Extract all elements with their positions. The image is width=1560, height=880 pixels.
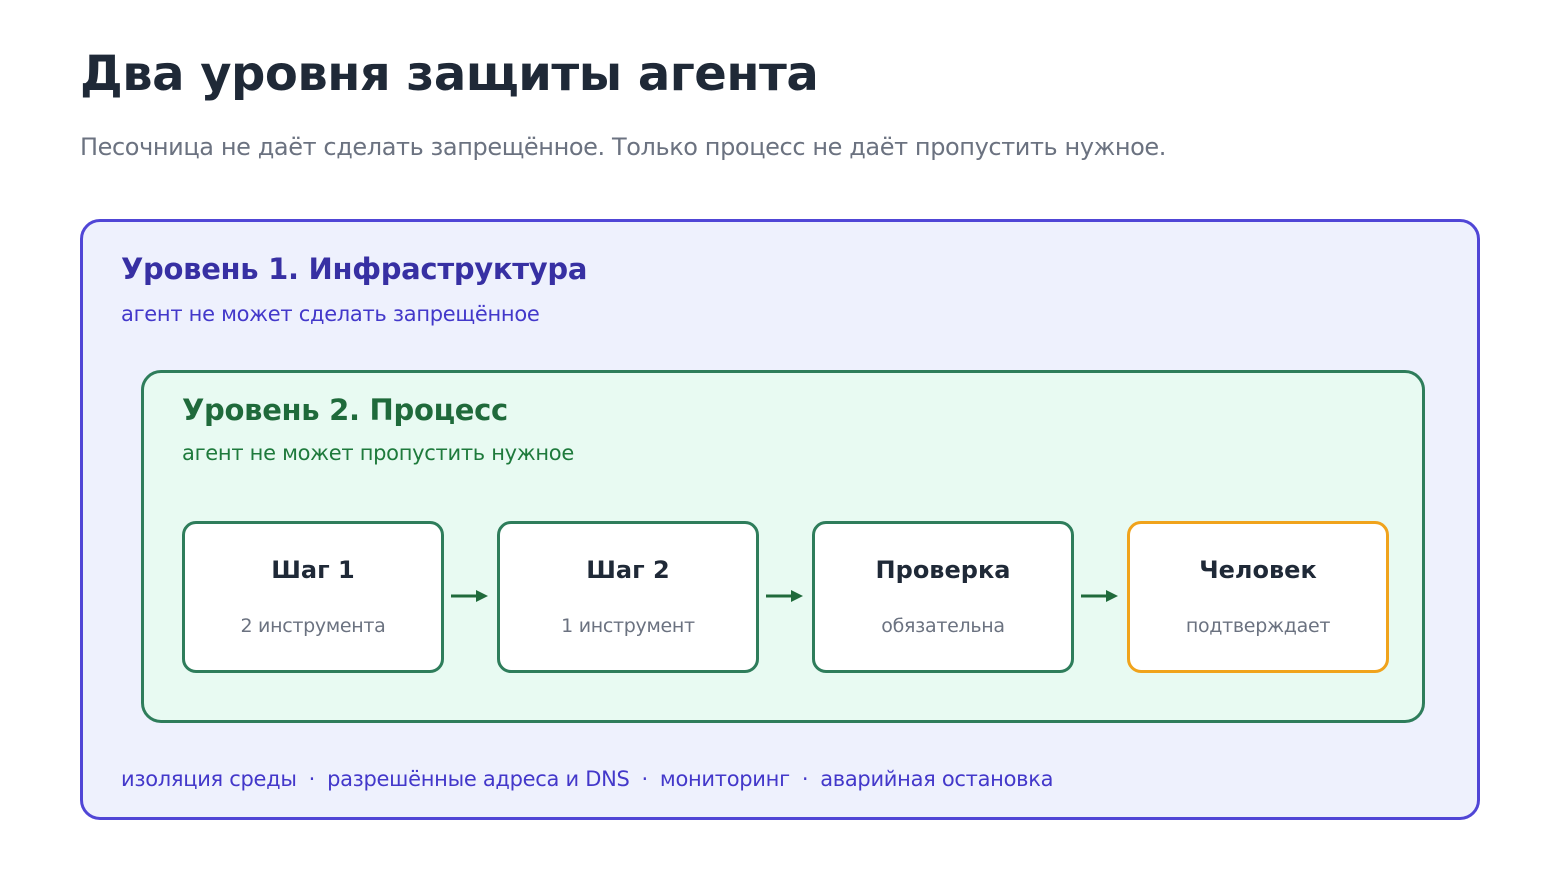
arrow-right-icon <box>1081 590 1118 602</box>
step-box-check: Проверка обязательна <box>812 521 1074 673</box>
level2-title: Уровень 2. Процесс <box>182 393 508 427</box>
level1-title: Уровень 1. Инфраструктура <box>121 252 588 286</box>
level1-feature-list: изоляция среды · разрешённые адреса и DNS ·… <box>121 767 1053 791</box>
step-title: Шаг 1 <box>271 556 355 584</box>
step-subtitle: 2 инструмента <box>240 615 386 637</box>
feature-emergency-stop: аварийная остановка <box>820 767 1054 791</box>
step-subtitle: 1 инструмент <box>561 615 695 637</box>
feature-monitoring: мониторинг <box>659 767 790 791</box>
step-box-human: Человек подтверждает <box>1127 521 1389 673</box>
feature-separator: · <box>308 767 316 791</box>
level2-process-box: Уровень 2. Процесс агент не может пропус… <box>141 370 1425 723</box>
feature-separator: · <box>801 767 809 791</box>
step-box-2: Шаг 2 1 инструмент <box>497 521 759 673</box>
page-subtitle: Песочница не даёт сделать запрещённое. Т… <box>80 133 1167 161</box>
step-title: Шаг 2 <box>586 556 670 584</box>
step-box-1: Шаг 1 2 инструмента <box>182 521 444 673</box>
feature-isolation: изоляция среды <box>121 767 297 791</box>
level1-caption: агент не может сделать запрещённое <box>121 302 540 326</box>
feature-allowed-addresses: разрешённые адреса и DNS <box>327 767 630 791</box>
step-subtitle: подтверждает <box>1185 615 1331 637</box>
step-title: Человек <box>1199 556 1317 584</box>
feature-separator: · <box>641 767 649 791</box>
page-title: Два уровня защиты агента <box>80 46 819 102</box>
arrow-right-icon <box>766 590 803 602</box>
level1-infrastructure-box: Уровень 1. Инфраструктура агент не может… <box>80 219 1480 820</box>
level2-caption: агент не может пропустить нужное <box>182 441 574 465</box>
step-subtitle: обязательна <box>881 615 1005 637</box>
step-title: Проверка <box>875 556 1011 584</box>
diagram-page: Два уровня защиты агента Песочница не да… <box>0 0 1560 880</box>
arrow-right-icon <box>451 590 488 602</box>
